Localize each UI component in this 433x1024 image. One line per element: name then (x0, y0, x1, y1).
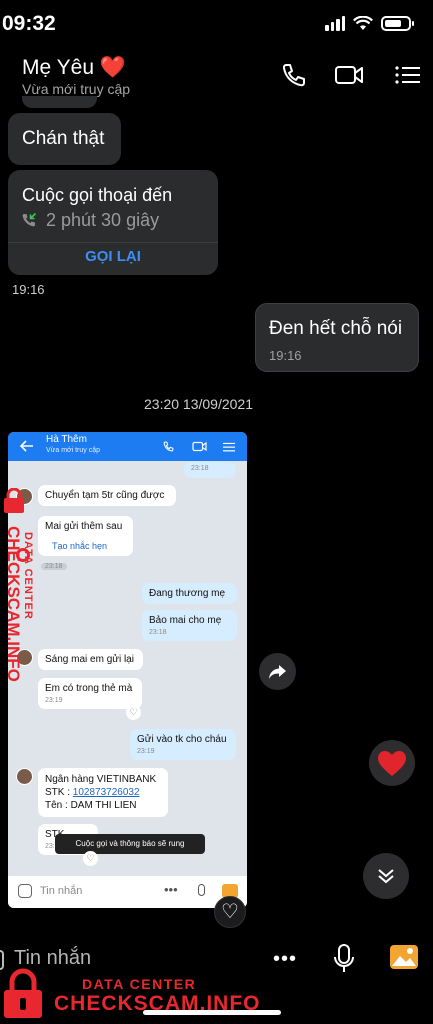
heart-outline-icon: ♡ (221, 901, 239, 923)
heart-emoji: ❤️ (99, 56, 126, 79)
call-back-button[interactable]: GỌI LẠI (8, 248, 218, 265)
screenshot-bubble: Em có trong thẻ mà 23:19 (38, 678, 142, 709)
share-arrow-icon (269, 665, 286, 679)
message-input-bar: Tin nhắn ••• DATA CENTER CHECKSCAM.INFO (0, 930, 433, 1024)
shared-screenshot-image[interactable]: Hà Thêm Vừa mới truy cập 23:18 Chuyển tạ… (8, 432, 247, 908)
avatar (16, 768, 33, 785)
watermark-data-center: DATA CENTER (82, 976, 197, 992)
screenshot-contact-name: Hà Thêm (46, 434, 87, 445)
message-text: Chán thật (22, 128, 105, 149)
message-bubble-self[interactable]: Đen hết chỗ nói 19:16 (255, 303, 419, 372)
share-button[interactable] (259, 653, 296, 690)
watermark-data-center: DATA CENTER (22, 532, 34, 620)
more-icon: ••• (164, 882, 178, 897)
contact-status: Vừa mới truy cập (22, 81, 131, 97)
screenshot-time: 23:18 (41, 563, 67, 570)
watermark-checkscam: CHECKSCAM.INFO (4, 526, 23, 682)
battery-icon (381, 15, 414, 31)
message-time: 19:16 (12, 282, 45, 297)
double-chevron-down-icon (378, 869, 394, 884)
reaction-button[interactable]: ♡ (214, 896, 246, 928)
screenshot-bubble: Mai gửi thêm sau Tạo nhắc hẹn (38, 516, 133, 556)
call-duration: 2 phút 30 giây (46, 210, 160, 230)
screenshot-bubble: 23:18 (184, 462, 236, 478)
home-indicator (143, 1010, 281, 1015)
screenshot-bubble: Gửi vào tk cho cháu 23:19 (130, 729, 236, 760)
screenshot-contact-status: Vừa mới truy cập (46, 447, 101, 454)
sticker-icon (18, 884, 32, 898)
watermark-bottom: DATA CENTER CHECKSCAM.INFO (0, 966, 433, 1024)
video-camera-icon (192, 441, 207, 452)
account-number-link: 102873726032 (72, 787, 140, 798)
microphone-icon (198, 884, 205, 896)
status-bar: 09:32 (0, 0, 433, 48)
back-arrow-icon (20, 440, 33, 452)
heart-icon (378, 751, 406, 776)
scroll-to-bottom-button[interactable] (363, 853, 409, 899)
video-camera-icon[interactable] (334, 62, 364, 88)
screenshot-bubble: Đang thương mẹ (142, 583, 237, 604)
call-divider (8, 242, 218, 243)
phone-icon[interactable] (279, 62, 309, 88)
message-text: Đen hết chỗ nói (269, 318, 403, 339)
phone-icon (163, 441, 174, 452)
screenshot-bubble: Sáng mai em gửi lại (38, 649, 143, 670)
screenshot-bubble: Bảo mai cho mẹ 23:18 (142, 610, 237, 641)
menu-list-icon (223, 442, 235, 452)
message-time: 19:16 (269, 348, 302, 363)
status-icons (325, 15, 414, 31)
menu-list-icon[interactable] (393, 62, 423, 88)
watermark-vertical: DATA CENTER CHECKSCAM.INFO (0, 488, 34, 693)
date-divider: 23:20 13/09/2021 (144, 396, 253, 412)
call-title: Cuộc gọi thoại đến (22, 185, 173, 205)
lock-icon (4, 488, 24, 513)
screenshot-bubble: Ngân hàng VIETINBANK STK : 102873726032 … (38, 768, 168, 817)
message-bubble[interactable]: Chán thật (8, 113, 121, 165)
lock-icon (4, 968, 42, 1018)
screenshot-bubble: Chuyển tạm 5tr cũng được (38, 485, 176, 506)
react-heart-icon: ♡ (126, 705, 141, 720)
signal-icon (325, 15, 345, 31)
screenshot-input-bar: Tin nhắn ••• (8, 876, 247, 908)
incoming-call-icon (22, 212, 37, 227)
call-card[interactable]: Cuộc gọi thoại đến 2 phút 30 giây GỌI LẠ… (8, 170, 218, 275)
screenshot-header: Hà Thêm Vừa mới truy cập (8, 432, 247, 461)
status-time: 09:32 (2, 12, 56, 35)
wifi-icon (353, 15, 373, 30)
create-reminder-link: Tạo nhắc hẹn (52, 541, 108, 551)
react-heart-icon: ♡ (83, 851, 98, 866)
contact-name[interactable]: Mẹ Yêu ❤️ (22, 56, 126, 80)
previous-bubble-edge (22, 96, 97, 108)
toast-notification: Cuộc gọi và thông báo sẽ rung (55, 834, 205, 854)
screenshot-input-placeholder: Tin nhắn (40, 885, 83, 897)
heart-reaction-button[interactable] (369, 740, 415, 786)
